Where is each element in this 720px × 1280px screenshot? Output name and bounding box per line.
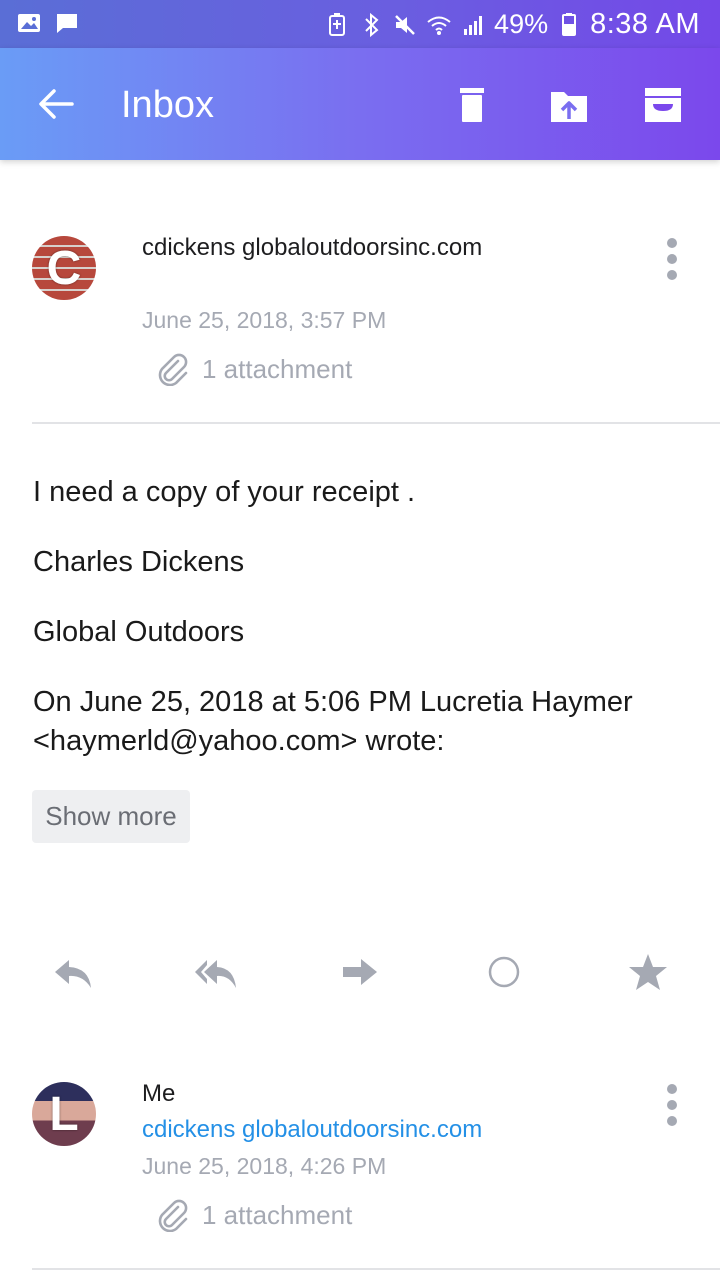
- body-line: <haymerld@yahoo.com> wrote:: [33, 725, 445, 757]
- attachment-link[interactable]: 1 attachment: [156, 1198, 352, 1232]
- status-bar: 49% 8:38 AM: [0, 0, 720, 48]
- forward-icon[interactable]: [338, 950, 382, 994]
- divider: [32, 422, 720, 424]
- move-to-folder-icon[interactable]: [549, 86, 589, 124]
- notification-icons: [16, 10, 80, 36]
- trash-icon[interactable]: [452, 86, 492, 124]
- divider: [32, 1268, 720, 1270]
- sender-name[interactable]: cdickens globaloutdoorsinc.com: [142, 234, 482, 262]
- paperclip-icon: [158, 353, 188, 386]
- avatar-letter: C: [46, 241, 82, 295]
- recipient-link[interactable]: cdickens globaloutdoorsinc.com: [142, 1116, 482, 1144]
- body-line: Charles Dickens: [33, 546, 245, 578]
- star-icon[interactable]: [626, 950, 670, 994]
- avatar[interactable]: L: [32, 1082, 96, 1146]
- attachment-link[interactable]: 1 attachment: [156, 352, 352, 386]
- sender-name[interactable]: Me: [142, 1080, 175, 1108]
- archive-icon[interactable]: [643, 86, 683, 124]
- app-bar: Inbox: [0, 48, 720, 160]
- back-arrow-icon[interactable]: [34, 84, 78, 124]
- image-notification-icon: [18, 14, 40, 32]
- body-line: I need a copy of your receipt .: [33, 476, 416, 508]
- wifi-icon: [427, 16, 451, 35]
- more-options-icon[interactable]: [662, 1084, 682, 1128]
- system-status: 49% 8:38 AM: [324, 8, 700, 41]
- more-options-icon[interactable]: [662, 238, 682, 282]
- avatar-letter: L: [49, 1087, 79, 1141]
- page-title: Inbox: [121, 84, 214, 126]
- battery-saver-icon: [329, 12, 346, 36]
- reply-all-icon[interactable]: [193, 950, 237, 994]
- battery-icon: [562, 12, 577, 36]
- paperclip-icon: [158, 1199, 188, 1232]
- signal-icon: [464, 15, 483, 35]
- body-line: On June 25, 2018 at 5:06 PM Lucretia Hay…: [33, 686, 633, 718]
- message-date: June 25, 2018, 4:26 PM: [142, 1153, 387, 1179]
- attachment-label: 1 attachment: [202, 353, 353, 384]
- battery-percent: 49%: [494, 9, 549, 39]
- message-date: June 25, 2018, 3:57 PM: [142, 307, 387, 333]
- clock: 8:38 AM: [590, 8, 700, 40]
- body-line: Global Outdoors: [33, 616, 245, 648]
- avatar[interactable]: C: [32, 236, 96, 300]
- message-actions: [0, 950, 720, 994]
- show-more-button[interactable]: Show more: [32, 790, 190, 843]
- reply-icon[interactable]: [51, 950, 95, 994]
- mute-icon: [395, 14, 415, 35]
- bluetooth-icon: [365, 12, 379, 37]
- mark-unread-icon[interactable]: [482, 950, 526, 994]
- message-notification-icon: [57, 14, 77, 33]
- attachment-label: 1 attachment: [202, 1199, 353, 1230]
